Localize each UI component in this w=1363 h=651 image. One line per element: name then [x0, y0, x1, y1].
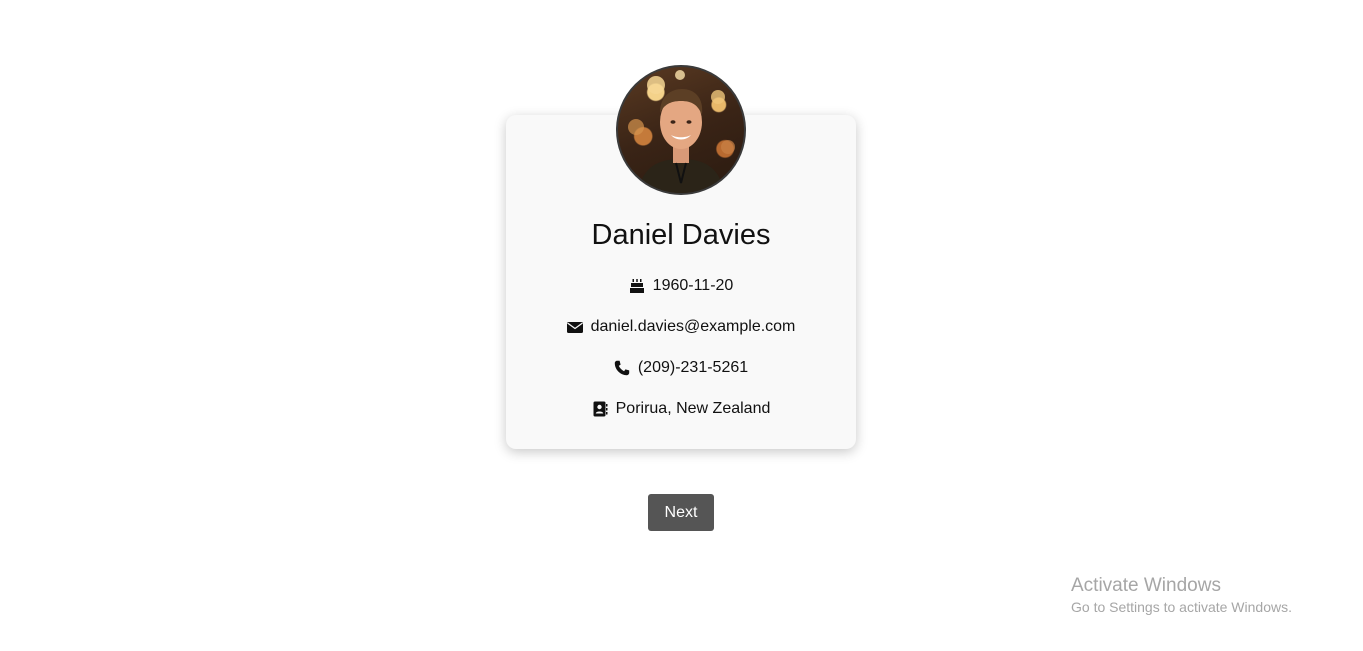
address-book-icon: [592, 401, 608, 417]
phone-text: (209)-231-5261: [637, 359, 749, 376]
watermark-title: Activate Windows: [1071, 575, 1221, 596]
location-row: Porirua, New Zealand: [506, 398, 856, 420]
avatar-portrait: [628, 70, 735, 193]
birth-date-text: 1960-11-20: [652, 277, 734, 294]
envelope-icon: [566, 319, 583, 335]
phone-icon: [614, 360, 630, 376]
birthday-cake-icon: [629, 278, 645, 294]
location-text: Porirua, New Zealand: [615, 400, 771, 417]
activate-windows-watermark: Activate Windows Go to Settings to activ…: [1071, 575, 1292, 617]
page: Daniel Davies 1960-11-20 daniel.davies@e…: [0, 0, 1363, 651]
email-text: daniel.davies@example.com: [590, 318, 796, 335]
avatar: [616, 65, 746, 195]
profile-name: Daniel Davies: [591, 219, 771, 251]
phone-row: (209)-231-5261: [506, 357, 856, 379]
email-row: daniel.davies@example.com: [506, 316, 856, 338]
watermark-subtitle: Go to Settings to activate Windows.: [1071, 599, 1292, 615]
next-button[interactable]: Next: [648, 494, 714, 531]
birth-date-row: 1960-11-20: [506, 275, 856, 297]
